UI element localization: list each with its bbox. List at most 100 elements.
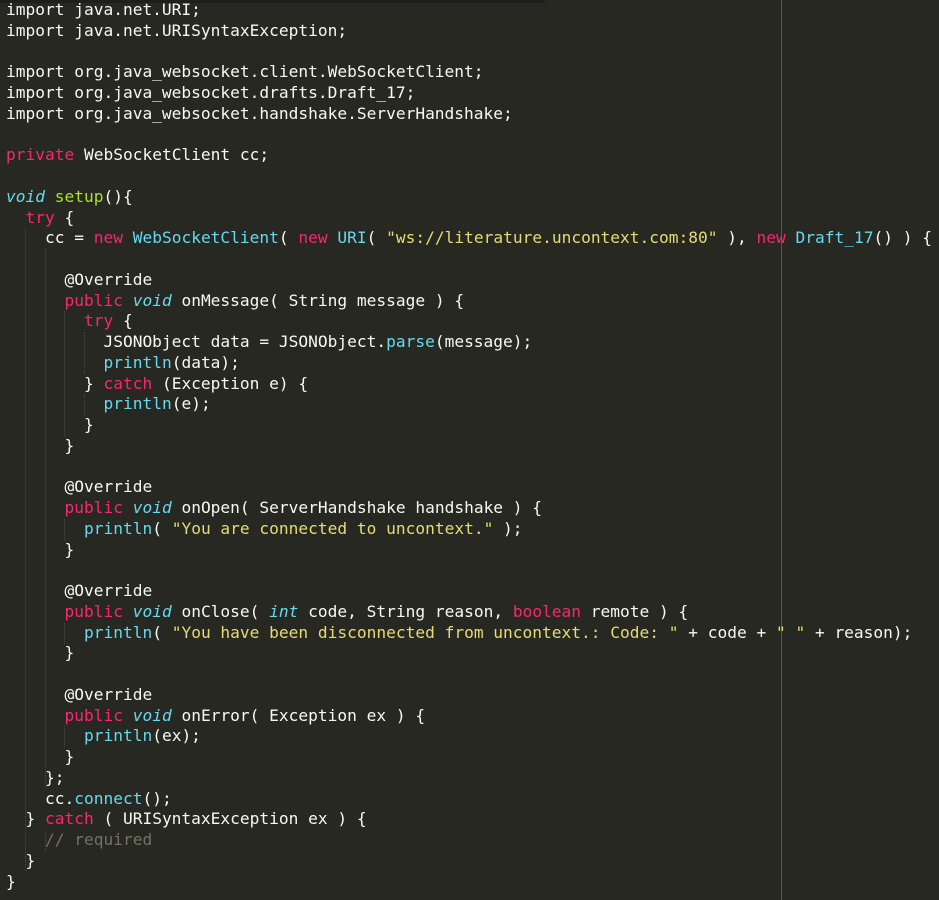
keyword-token: catch: [103, 373, 153, 393]
code-line[interactable]: println( "You have been disconnected fro…: [6, 623, 932, 644]
plain-token: }: [6, 435, 75, 455]
code-line[interactable]: @Override: [6, 477, 932, 498]
class-token: println: [103, 352, 172, 372]
code-line[interactable]: }: [6, 747, 932, 768]
plain-token: @Override: [6, 269, 153, 289]
plain-token: {: [113, 311, 133, 331]
plain-token: (: [152, 622, 172, 642]
keyword-token: try: [25, 207, 55, 227]
code-line[interactable]: [6, 457, 932, 478]
plain-token: () ) {: [873, 228, 932, 248]
keyword-token: public: [64, 705, 123, 725]
type-token: void: [132, 705, 172, 725]
plain-token: (data);: [171, 352, 240, 372]
code-text[interactable]: import java.net.URI; import java.net.URIS…: [6, 0, 932, 892]
code-line[interactable]: }: [6, 436, 932, 457]
code-line[interactable]: private WebSocketClient cc;: [6, 145, 932, 166]
class-token: println: [83, 518, 153, 538]
code-line[interactable]: cc.connect();: [6, 789, 932, 810]
plain-token: @Override: [6, 477, 153, 497]
class-token: connect: [74, 788, 143, 808]
code-line[interactable]: JSONObject data = JSONObject.parse(messa…: [6, 332, 932, 353]
keyword-token: new: [298, 228, 328, 248]
keyword-token: catch: [44, 809, 94, 829]
plain-token: }: [6, 643, 75, 663]
plain-token: import org.java_websocket.client.WebSock…: [6, 62, 484, 82]
code-line[interactable]: @Override: [6, 270, 932, 291]
code-line[interactable]: }: [6, 643, 932, 664]
code-line[interactable]: [6, 42, 932, 63]
plain-token: (: [366, 228, 387, 248]
code-line[interactable]: }: [6, 415, 932, 436]
type-token: void: [6, 186, 45, 206]
code-line[interactable]: import org.java_websocket.client.WebSock…: [6, 62, 932, 83]
code-line[interactable]: import org.java_websocket.drafts.Draft_1…: [6, 83, 932, 104]
code-line[interactable]: [6, 664, 932, 685]
comment-token: // required: [44, 830, 153, 849]
type-token: void: [132, 601, 172, 621]
code-line[interactable]: } catch (Exception e) {: [6, 374, 932, 395]
plain-token: }: [6, 373, 104, 393]
plain-token: ),: [717, 228, 757, 248]
keyword-token: new: [93, 228, 123, 248]
code-line[interactable]: void setup(){: [6, 187, 932, 208]
code-line[interactable]: println(data);: [6, 353, 932, 374]
plain-token: JSONObject data = JSONObject.: [6, 332, 387, 351]
plain-token: code, String reason,: [298, 601, 513, 621]
code-line[interactable]: public void onError( Exception ex ) {: [6, 706, 932, 727]
code-line[interactable]: [6, 560, 932, 581]
code-line[interactable]: // required: [6, 830, 932, 851]
code-line[interactable]: [6, 166, 932, 187]
string-token: "ws://literature.uncontext.com:80": [386, 228, 718, 248]
plain-token: cc =: [6, 228, 94, 248]
keyword-token: private: [6, 145, 75, 165]
keyword-token: public: [64, 498, 123, 517]
code-line[interactable]: println(ex);: [6, 726, 932, 747]
plain-token: @Override: [6, 581, 153, 600]
type-token: int: [269, 601, 299, 621]
keyword-token: boolean: [512, 601, 582, 621]
code-line[interactable]: println(e);: [6, 394, 932, 415]
code-line[interactable]: import org.java_websocket.handshake.Serv…: [6, 104, 932, 125]
code-line[interactable]: public void onOpen( ServerHandshake hand…: [6, 498, 932, 519]
code-line[interactable]: import java.net.URI;: [6, 0, 932, 21]
plain-token: };: [6, 767, 65, 787]
code-line[interactable]: }: [6, 851, 932, 872]
plain-token: import org.java_websocket.handshake.Serv…: [6, 103, 513, 123]
code-line[interactable]: } catch ( URISyntaxException ex ) {: [6, 809, 932, 830]
code-line[interactable]: try {: [6, 208, 932, 229]
code-line[interactable]: println( "You are connected to uncontext…: [6, 519, 932, 540]
code-line[interactable]: import java.net.URISyntaxException;: [6, 21, 932, 42]
plain-token: onOpen( ServerHandshake handshake ) {: [171, 498, 543, 517]
code-line[interactable]: public void onMessage( String message ) …: [6, 291, 932, 312]
code-line[interactable]: };: [6, 768, 932, 789]
string-token: " ": [775, 622, 806, 642]
code-line[interactable]: [6, 125, 932, 146]
string-token: "You are connected to uncontext.": [171, 518, 494, 538]
code-line[interactable]: }: [6, 872, 932, 893]
code-editor[interactable]: import java.net.URI; import java.net.URIS…: [0, 0, 939, 900]
code-line[interactable]: @Override: [6, 581, 932, 602]
plain-token: onError( Exception ex ) {: [171, 705, 426, 725]
plain-token: @Override: [6, 684, 153, 704]
code-line[interactable]: }: [6, 540, 932, 561]
class-token: println: [103, 394, 172, 414]
code-line[interactable]: try {: [6, 311, 932, 332]
plain-token: }: [6, 415, 94, 434]
class-token: Draft_17: [795, 228, 874, 248]
code-line[interactable]: cc = new WebSocketClient( new URI( "ws:/…: [6, 228, 932, 249]
code-line[interactable]: public void onClose( int code, String re…: [6, 602, 932, 623]
code-line[interactable]: @Override: [6, 685, 932, 706]
code-line[interactable]: [6, 249, 932, 270]
